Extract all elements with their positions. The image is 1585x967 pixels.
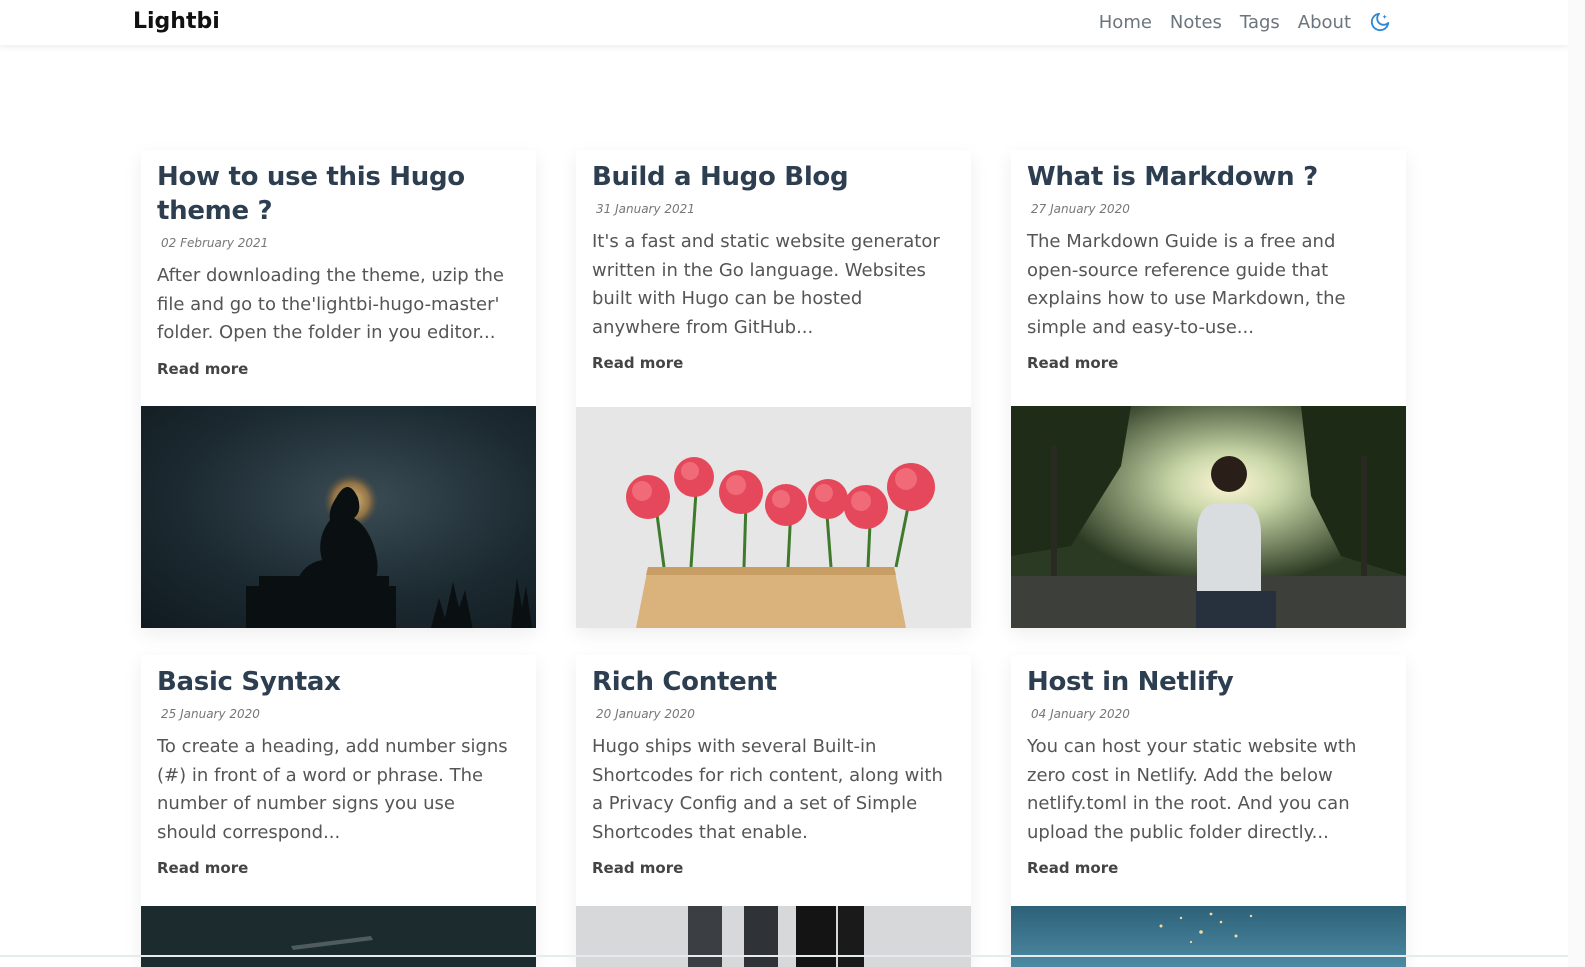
post-summary: It's a fast and static website generator… (592, 231, 940, 338)
nav-about-link[interactable]: About (1298, 12, 1351, 33)
post-date: 02 February 2021 (161, 236, 269, 250)
post-summary: To create a heading, add number signs (#… (157, 736, 508, 843)
post-summary: The Markdown Guide is a free and open-so… (1027, 231, 1346, 338)
brand-logo-link[interactable]: Lightbi (133, 9, 220, 34)
post-card: Rich Content 20 January 2020 Hugo ships … (576, 655, 971, 967)
divider (0, 955, 1568, 957)
read-more-link[interactable]: Read more (157, 859, 248, 877)
buddha-silhouette-image[interactable] (141, 406, 536, 628)
post-title-link[interactable]: What is Markdown ? (1027, 160, 1390, 194)
read-more-link[interactable]: Read more (592, 859, 683, 877)
nav-tags-link[interactable]: Tags (1240, 12, 1280, 33)
pink-carnations-image[interactable] (576, 407, 971, 628)
dark-scene-image[interactable] (141, 906, 536, 967)
man-in-park-image[interactable] (1011, 406, 1406, 628)
post-date: 25 January 2020 (161, 707, 260, 721)
read-more-link[interactable]: Read more (592, 354, 683, 372)
post-summary: You can host your static website wth zer… (1027, 736, 1357, 843)
post-date: 20 January 2020 (596, 707, 695, 721)
people-standing-image[interactable] (576, 906, 971, 967)
post-card: What is Markdown ? 27 January 2020 The M… (1011, 150, 1406, 628)
nav-links: Home Notes Tags About (1081, 11, 1391, 33)
post-card: Host in Netlify 04 January 2020 You can … (1011, 655, 1406, 967)
post-date: 31 January 2021 (596, 202, 695, 216)
blue-sparkle-image[interactable] (1011, 906, 1406, 967)
post-title-link[interactable]: Host in Netlify (1027, 665, 1390, 699)
post-card: How to use this Hugo theme ? 02 February… (141, 150, 536, 628)
post-summary: Hugo ships with several Built-in Shortco… (592, 736, 943, 843)
post-title-link[interactable]: Rich Content (592, 665, 955, 699)
read-more-link[interactable]: Read more (157, 360, 248, 378)
post-title-link[interactable]: Build a Hugo Blog (592, 160, 955, 194)
scrollbar-track[interactable] (1568, 0, 1585, 967)
navbar: Lightbi Home Notes Tags About (0, 0, 1568, 45)
post-title-link[interactable]: How to use this Hugo theme ? (157, 160, 520, 228)
nav-home-link[interactable]: Home (1099, 12, 1152, 33)
post-card: Basic Syntax 25 January 2020 To create a… (141, 655, 536, 967)
read-more-link[interactable]: Read more (1027, 354, 1118, 372)
post-title-link[interactable]: Basic Syntax (157, 665, 520, 699)
moon-icon[interactable] (1369, 11, 1391, 33)
read-more-link[interactable]: Read more (1027, 859, 1118, 877)
post-card: Build a Hugo Blog 31 January 2021 It's a… (576, 150, 971, 628)
nav-notes-link[interactable]: Notes (1170, 12, 1222, 33)
post-summary: After downloading the theme, uzip the fi… (157, 265, 504, 344)
post-date: 04 January 2020 (1031, 707, 1130, 721)
post-date: 27 January 2020 (1031, 202, 1130, 216)
